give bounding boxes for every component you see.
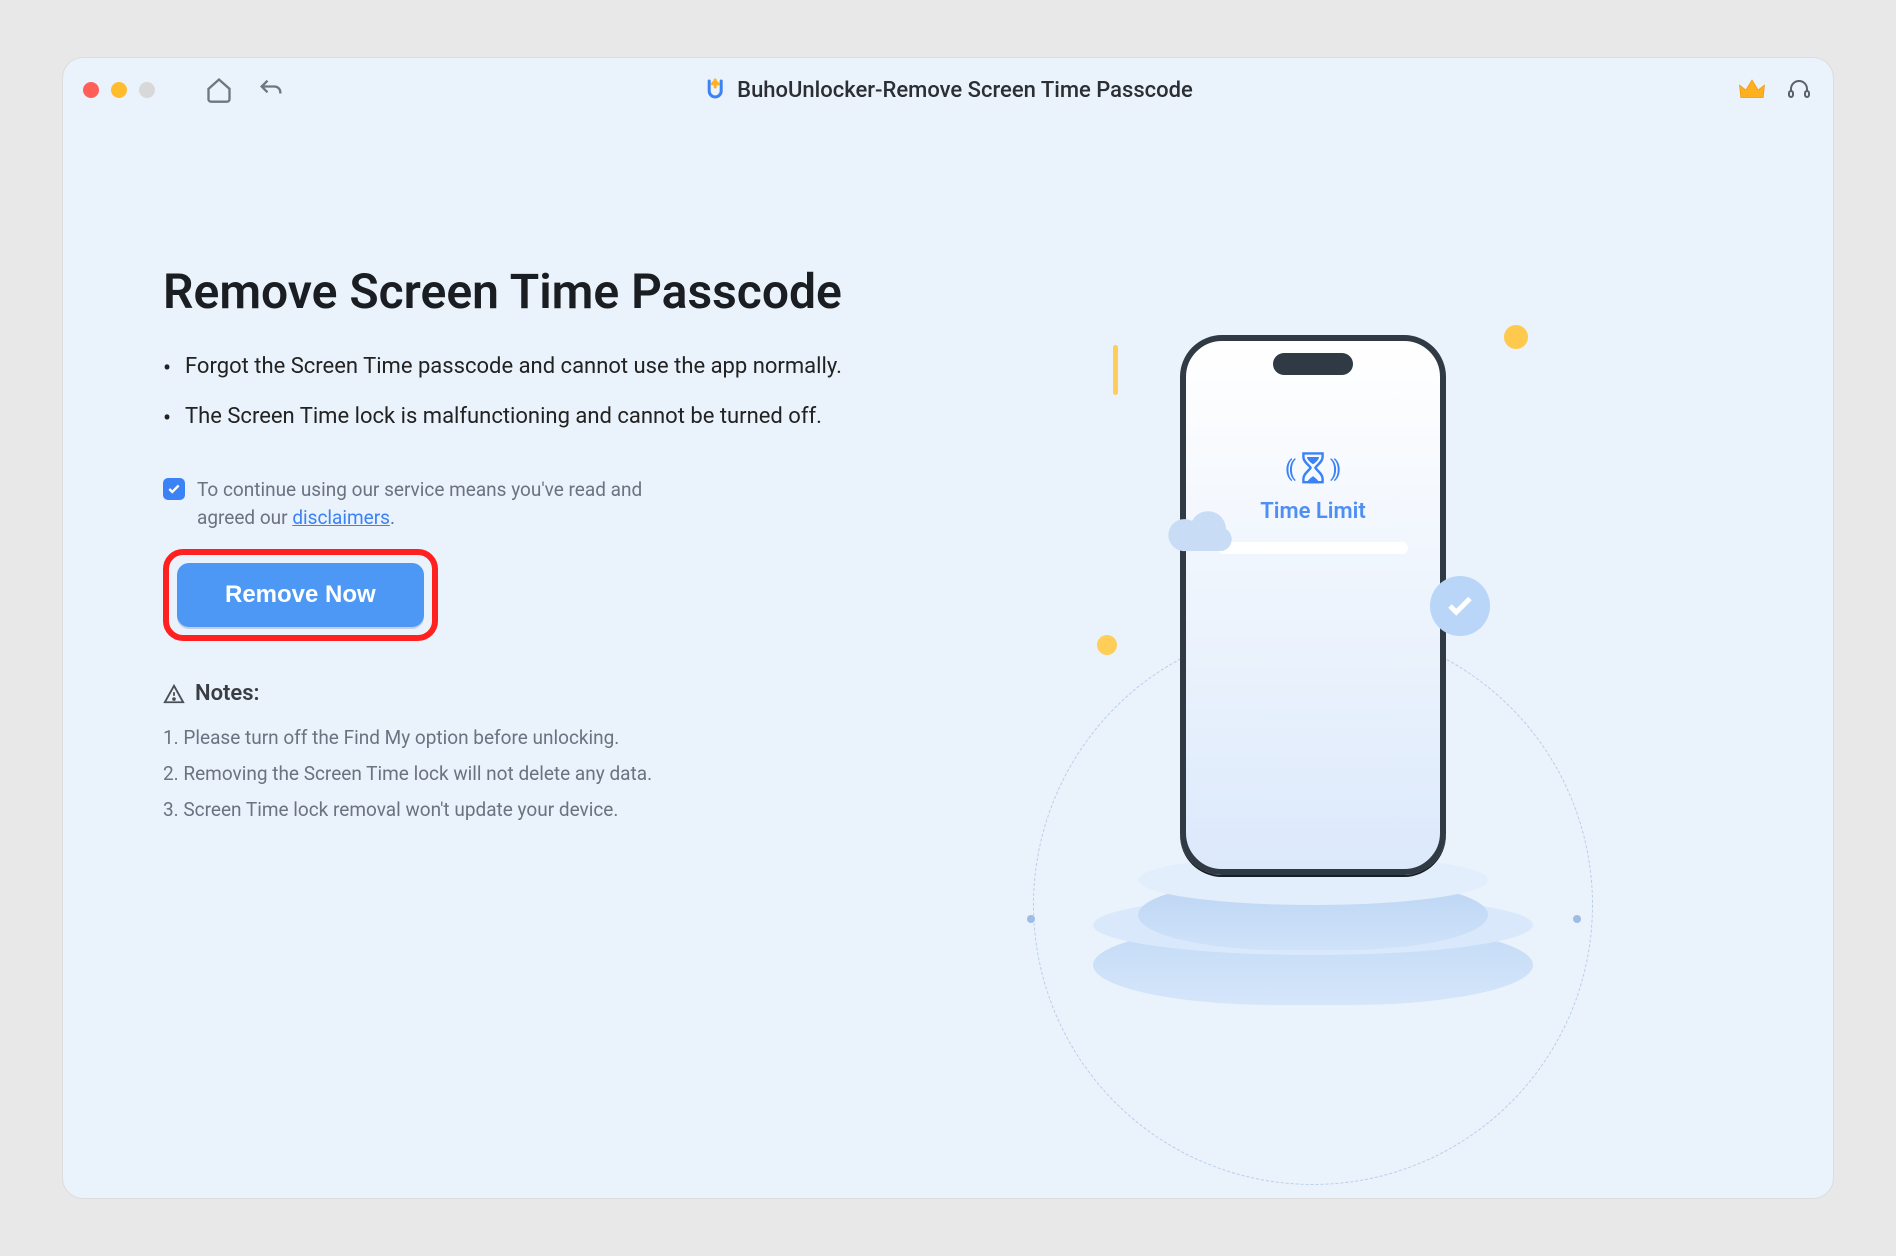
progress-bar (1218, 542, 1408, 554)
warning-triangle-icon (163, 683, 185, 705)
hourglass-icon (1298, 451, 1328, 487)
left-column: Remove Screen Time Passcode Forgot the S… (163, 182, 863, 1168)
home-icon[interactable] (205, 76, 233, 104)
feature-bullets: Forgot the Screen Time passcode and cann… (163, 350, 863, 434)
signal-wave-icon: (( (1334, 457, 1341, 482)
titlebar: BuhoUnlocker-Remove Screen Time Passcode (63, 58, 1833, 122)
back-icon[interactable] (257, 76, 285, 104)
checkmark-bubble-icon (1430, 576, 1490, 636)
signal-wave-icon: (( (1285, 457, 1292, 482)
maximize-window-button[interactable] (139, 82, 155, 98)
agreement-prefix: To continue using our service means you'… (197, 478, 642, 529)
bullet-item: Forgot the Screen Time passcode and cann… (163, 350, 863, 384)
disclaimers-link[interactable]: disclaimers (292, 506, 390, 529)
agreement-text: To continue using our service means you'… (197, 476, 697, 531)
window-title: BuhoUnlocker-Remove Screen Time Passcode (737, 78, 1193, 103)
notes-header: Notes: (163, 681, 863, 706)
decorative-dot (1504, 325, 1528, 349)
cloud-icon (1166, 511, 1238, 555)
content-area: Remove Screen Time Passcode Forgot the S… (63, 122, 1833, 1198)
notes-list: 1. Please turn off the Find My option be… (163, 720, 863, 828)
orbit-dot (1573, 915, 1581, 923)
remove-now-button[interactable]: Remove Now (177, 563, 424, 627)
window-controls (83, 82, 155, 98)
decorative-dot (1097, 635, 1117, 655)
note-item: 2. Removing the Screen Time lock will no… (163, 756, 863, 792)
app-window: BuhoUnlocker-Remove Screen Time Passcode… (63, 58, 1833, 1198)
phone-illustration: (( (( Time Limit (1013, 315, 1613, 1035)
agreement-suffix: . (390, 506, 395, 529)
agreement-checkbox[interactable] (163, 478, 185, 500)
orbit-dot (1027, 915, 1035, 923)
support-headset-icon[interactable] (1787, 78, 1811, 102)
premium-crown-icon[interactable] (1737, 75, 1767, 105)
note-item: 1. Please turn off the Find My option be… (163, 720, 863, 756)
page-heading: Remove Screen Time Passcode (163, 262, 863, 322)
note-item: 3. Screen Time lock removal won't update… (163, 792, 863, 828)
agreement-row: To continue using our service means you'… (163, 476, 863, 531)
phone-notch (1273, 353, 1353, 375)
phone-mockup: (( (( Time Limit (1180, 335, 1446, 875)
pedestal (1093, 865, 1533, 1005)
close-window-button[interactable] (83, 82, 99, 98)
minimize-window-button[interactable] (111, 82, 127, 98)
app-logo-icon (703, 78, 727, 102)
time-limit-label: Time Limit (1260, 499, 1365, 524)
notes-label: Notes: (195, 681, 260, 706)
right-column: (( (( Time Limit (863, 182, 1763, 1168)
decorative-line (1113, 345, 1118, 395)
bullet-item: The Screen Time lock is malfunctioning a… (163, 400, 863, 434)
cta-highlight-box: Remove Now (163, 549, 438, 641)
